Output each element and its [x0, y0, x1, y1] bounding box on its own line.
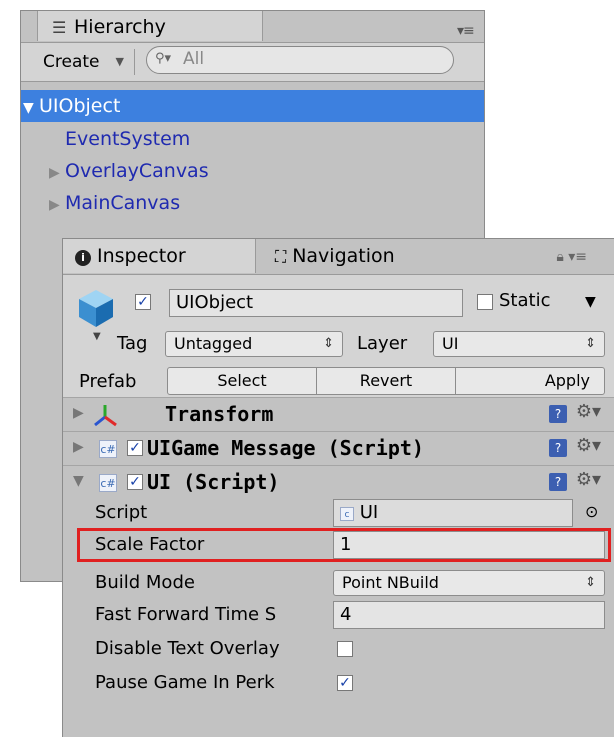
- updown-arrow-icon: ⇕: [585, 575, 596, 590]
- prop-fast-forward-label: Fast Forward Time S: [95, 604, 277, 625]
- tree-item-label: OverlayCanvas: [65, 160, 209, 182]
- chevron-down-icon[interactable]: ▼: [93, 331, 101, 342]
- prop-pause-game-label: Pause Game In Perk: [95, 672, 275, 693]
- script-value: UI: [359, 502, 379, 523]
- create-button[interactable]: Create ▼: [23, 49, 135, 75]
- layer-value: UI: [442, 334, 459, 353]
- component-title: UIGame Message (Script): [147, 436, 424, 460]
- tree-item-label: UIObject: [39, 95, 121, 117]
- build-mode-value: Point NBuild: [342, 573, 439, 592]
- tree-item-uiobject[interactable]: ▼ UIObject: [21, 90, 484, 122]
- lock-icon[interactable]: 🔒︎ ▾≡: [556, 249, 587, 265]
- expanded-arrow-icon[interactable]: ▼: [73, 473, 84, 489]
- help-icon[interactable]: ?: [549, 405, 567, 423]
- disable-text-overlay-checkbox[interactable]: [337, 641, 353, 657]
- script-icon: c#: [99, 474, 117, 492]
- static-checkbox[interactable]: [477, 294, 493, 310]
- prop-disable-text-overlay-label: Disable Text Overlay: [95, 638, 280, 659]
- tree-item-eventsystem[interactable]: EventSystem: [21, 123, 484, 155]
- hierarchy-toolbar: Create ▼ ⚲▾ All: [21, 42, 484, 82]
- tag-value: Untagged: [174, 334, 253, 353]
- object-picker-icon[interactable]: ⊙: [585, 502, 598, 521]
- prefab-revert-button[interactable]: Revert: [316, 367, 456, 395]
- layer-label: Layer: [357, 333, 408, 354]
- collapsed-arrow-icon[interactable]: ▶: [49, 157, 65, 189]
- collapsed-arrow-icon[interactable]: ▶: [73, 439, 84, 455]
- updown-arrow-icon: ⇕: [323, 336, 334, 351]
- search-placeholder: All: [183, 49, 205, 69]
- component-ui-script[interactable]: ▼ c# ✓ UI (Script) ? ⚙▾: [63, 465, 614, 500]
- help-icon[interactable]: ?: [549, 473, 567, 491]
- component-uigame-message[interactable]: ▶ c# ✓ UIGame Message (Script) ? ⚙▾: [63, 431, 614, 466]
- layer-dropdown[interactable]: UI ⇕: [433, 331, 605, 357]
- tab-inspector[interactable]: i Inspector: [63, 239, 256, 273]
- pause-game-checkbox[interactable]: ✓: [337, 675, 353, 691]
- prefab-select-button[interactable]: Select: [167, 367, 317, 395]
- inspector-panel: i Inspector ⛶ Navigation 🔒︎ ▾≡ ▼ ✓ UIObjec…: [62, 238, 614, 737]
- tree-item-maincanvas[interactable]: ▶ MainCanvas: [21, 187, 484, 219]
- script-file-icon: c: [340, 507, 354, 521]
- search-icon: ⚲▾: [155, 51, 172, 66]
- component-title: UI (Script): [147, 470, 280, 494]
- tab-label: Inspector: [97, 245, 186, 267]
- script-field[interactable]: c UI: [333, 499, 573, 527]
- active-checkbox[interactable]: ✓: [135, 294, 151, 310]
- highlight-box: [77, 528, 611, 562]
- expanded-arrow-icon[interactable]: ▼: [21, 92, 39, 124]
- tag-dropdown[interactable]: Untagged ⇕: [165, 331, 343, 357]
- collapsed-arrow-icon[interactable]: ▶: [73, 405, 84, 421]
- chevron-down-icon[interactable]: ▼: [585, 294, 596, 310]
- fast-forward-value: 4: [340, 604, 352, 625]
- gear-icon[interactable]: ⚙▾: [576, 469, 601, 490]
- hierarchy-tab-label: Hierarchy: [74, 16, 166, 38]
- hierarchy-list-icon: ☰: [52, 18, 67, 37]
- collapsed-arrow-icon[interactable]: ▶: [49, 189, 65, 221]
- gear-icon[interactable]: ⚙▾: [576, 401, 601, 422]
- prop-build-mode-label: Build Mode: [95, 572, 195, 593]
- create-label: Create: [43, 52, 100, 72]
- enabled-checkbox[interactable]: ✓: [127, 440, 143, 456]
- prop-script-label: Script: [95, 502, 148, 523]
- prefab-apply-button[interactable]: Apply: [455, 367, 605, 395]
- gameobject-cube-icon: [79, 290, 113, 327]
- build-mode-dropdown[interactable]: Point NBuild ⇕: [333, 570, 605, 596]
- script-icon: c#: [99, 440, 117, 458]
- info-icon: i: [75, 250, 91, 266]
- tab-navigation[interactable]: ⛶ Navigation: [259, 239, 479, 273]
- tab-label: Navigation: [292, 245, 395, 267]
- navigation-icon: ⛶: [275, 247, 287, 266]
- tag-label: Tag: [117, 333, 148, 354]
- updown-arrow-icon: ⇕: [585, 336, 596, 351]
- static-label: Static: [499, 290, 551, 311]
- button-label: Apply: [544, 371, 590, 390]
- gear-icon[interactable]: ⚙▾: [576, 435, 601, 456]
- tree-item-label: EventSystem: [65, 128, 191, 150]
- search-input[interactable]: ⚲▾ All: [146, 46, 454, 74]
- help-icon[interactable]: ?: [549, 439, 567, 457]
- chevron-down-icon: ▼: [115, 55, 124, 68]
- enabled-checkbox[interactable]: ✓: [127, 474, 143, 490]
- component-transform[interactable]: ▶ Transform ? ⚙▾: [63, 397, 614, 432]
- transform-axes-icon: [94, 405, 117, 427]
- prefab-label: Prefab: [79, 371, 137, 392]
- tree-item-label: MainCanvas: [65, 192, 181, 214]
- button-label: Revert: [359, 371, 413, 390]
- fast-forward-field[interactable]: 4: [333, 601, 605, 629]
- component-title: Transform: [165, 402, 274, 426]
- tree-item-overlaycanvas[interactable]: ▶ OverlayCanvas: [21, 155, 484, 187]
- button-label: Select: [217, 371, 267, 390]
- tab-hierarchy[interactable]: ☰ Hierarchy: [37, 11, 263, 41]
- object-name-field[interactable]: UIObject: [169, 289, 463, 317]
- panel-menu-icon[interactable]: ▾≡: [457, 23, 475, 39]
- object-name-value: UIObject: [176, 292, 254, 313]
